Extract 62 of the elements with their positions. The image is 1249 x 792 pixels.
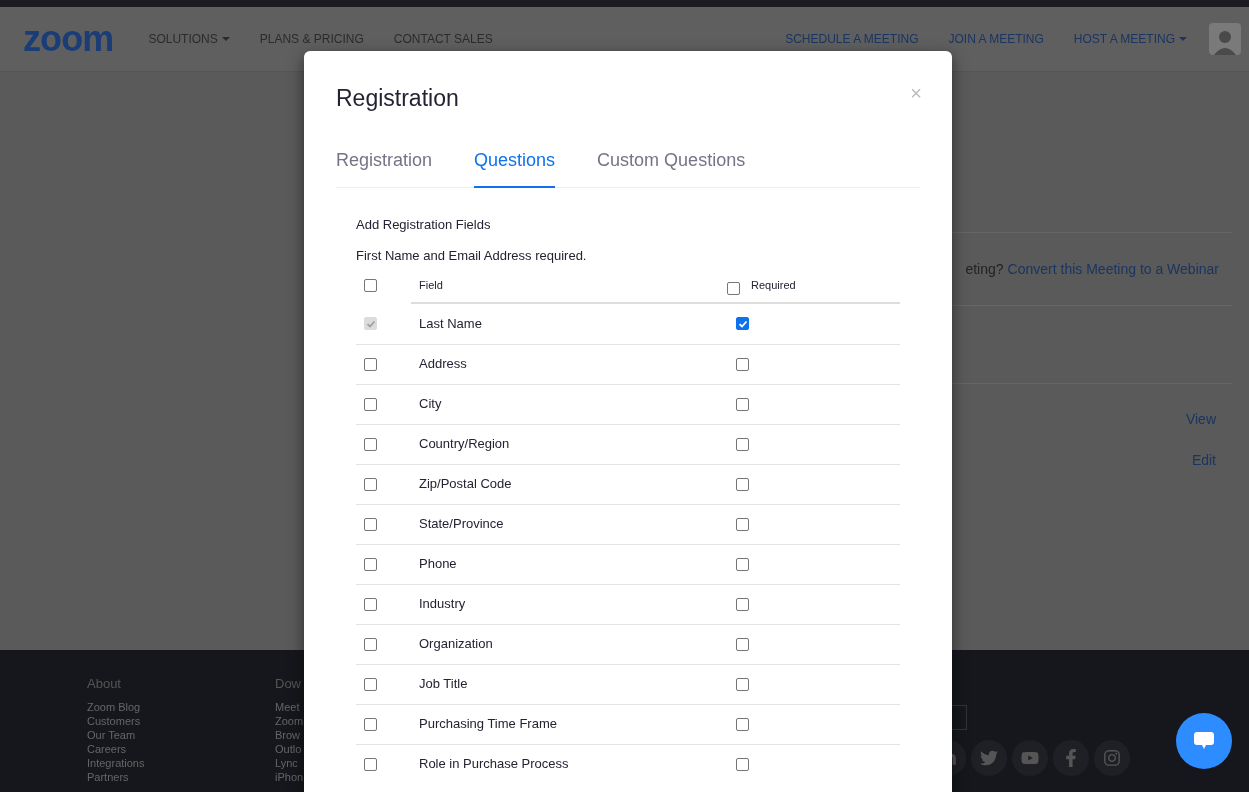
dialog-title: Registration — [336, 84, 459, 113]
section-heading: Add Registration Fields — [356, 215, 492, 234]
include-field-checkbox[interactable] — [364, 717, 377, 731]
close-button[interactable]: × — [910, 83, 922, 103]
include-field-checkbox[interactable] — [364, 597, 377, 611]
convert-webinar-link[interactable]: Convert this Meeting to a Webinar — [1007, 258, 1219, 280]
column-header: Required — [751, 278, 796, 294]
required-checkbox[interactable] — [736, 357, 749, 371]
include-field-checkbox[interactable] — [364, 637, 377, 651]
footer-link[interactable]: Careers — [87, 742, 167, 756]
required-checkbox[interactable] — [736, 597, 749, 611]
footer-link[interactable]: Integrations — [87, 756, 167, 770]
zoom-logo[interactable]: zoom — [23, 21, 114, 57]
required-checkbox[interactable] — [736, 677, 749, 691]
tab[interactable]: Questions — [474, 135, 556, 188]
nav-link[interactable]: HOST A MEETING — [1073, 30, 1187, 48]
required-checkbox[interactable] — [736, 517, 749, 531]
field-name: Organization — [418, 635, 494, 654]
select-all-checkbox[interactable] — [364, 279, 377, 292]
include-field-checkbox[interactable] — [364, 397, 377, 411]
required-checkbox[interactable] — [736, 477, 749, 491]
tab[interactable]: Custom Questions — [597, 135, 746, 188]
include-field-checkbox[interactable] — [364, 477, 377, 491]
footer-link[interactable]: Customers — [87, 714, 167, 728]
field-name: Last Name — [418, 314, 483, 333]
include-field-checkbox[interactable] — [364, 557, 377, 571]
require-all-checkbox[interactable] — [727, 282, 740, 295]
required-note: First Name and Email Address required. — [356, 247, 588, 265]
field-name: Zip/Postal Code — [418, 475, 513, 494]
action-link[interactable]: View — [1185, 409, 1216, 430]
required-checkbox[interactable] — [736, 637, 749, 651]
field-name: Industry — [418, 595, 467, 614]
field-name: Purchasing Time Frame — [418, 715, 558, 734]
footer-link[interactable]: Zoom Blog — [87, 700, 167, 714]
footer-heading: About — [87, 676, 122, 692]
required-checkbox[interactable] — [736, 557, 749, 571]
field-name: Role in Purchase Process — [418, 755, 570, 774]
required-checkbox[interactable] — [736, 757, 749, 771]
field-name: Phone — [418, 555, 458, 574]
footer-link[interactable]: Partners — [87, 770, 167, 784]
field-name: Country/Region — [418, 435, 511, 454]
footer-link[interactable]: Our Team — [87, 728, 167, 742]
include-field-checkbox[interactable] — [364, 517, 377, 531]
field-name: Job Title — [418, 675, 469, 694]
include-field-checkbox[interactable] — [364, 677, 377, 691]
chat-bubble-icon — [1194, 732, 1214, 750]
question-text: eting? — [965, 259, 1004, 279]
field-name: City — [418, 395, 443, 414]
field-name: Address — [418, 355, 468, 374]
include-field-checkbox[interactable] — [364, 757, 377, 771]
include-field-checkbox[interactable] — [364, 437, 377, 451]
required-checkbox[interactable] — [736, 437, 749, 451]
tab[interactable]: Registration — [336, 135, 433, 188]
column-header: Field — [418, 278, 444, 294]
required-checkbox[interactable] — [736, 397, 749, 411]
nav-link[interactable]: JOIN A MEETING — [948, 30, 1044, 48]
field-name: State/Province — [418, 515, 505, 534]
required-checkbox[interactable] — [736, 717, 749, 731]
action-link[interactable]: Edit — [1191, 450, 1216, 471]
nav-link[interactable]: SCHEDULE A MEETING — [785, 30, 919, 48]
include-field-checkbox[interactable] — [364, 357, 377, 371]
footer-heading: Dow — [275, 676, 302, 692]
